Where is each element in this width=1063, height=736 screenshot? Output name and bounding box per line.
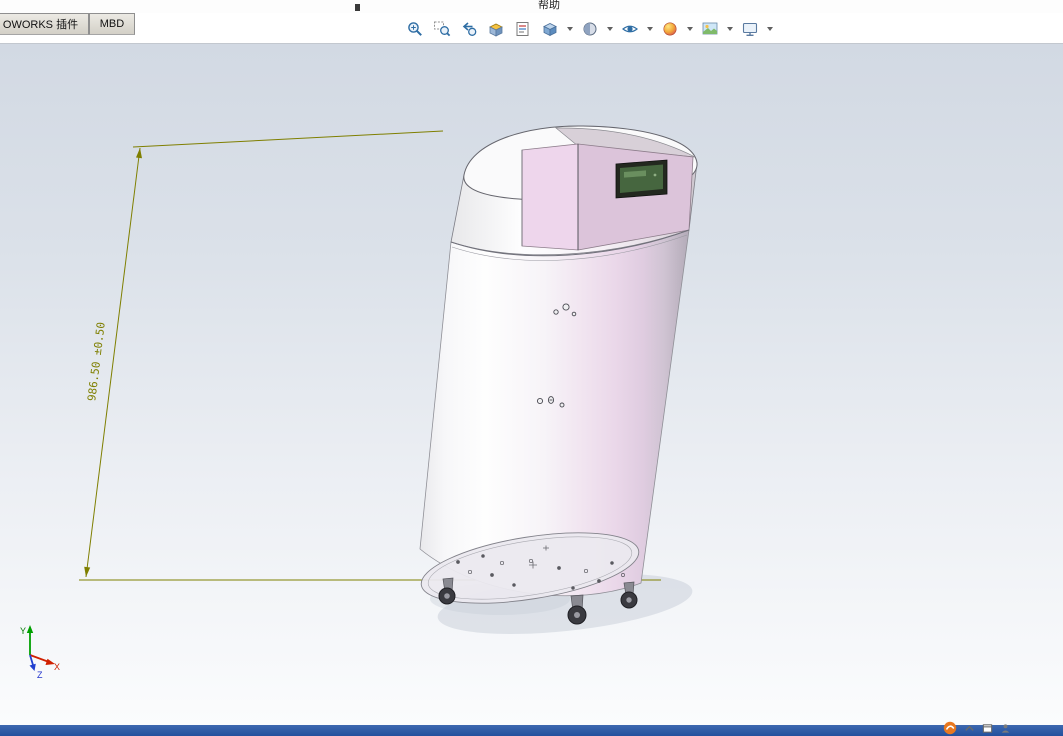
zoom-to-area-icon[interactable] <box>430 17 454 41</box>
edit-appearance-dropdown[interactable] <box>685 17 694 41</box>
tab-label: MBD <box>99 18 125 30</box>
heads-up-view-toolbar <box>403 15 778 42</box>
tab-mbd[interactable]: MBD <box>89 13 135 35</box>
reference-triad: Y X Z <box>20 625 60 680</box>
display-style-dropdown[interactable] <box>605 17 614 41</box>
edit-appearance-icon[interactable] <box>658 17 682 41</box>
solidworks-window: 帮助 OWORKS 插件 MBD 986.50 ±0.50 Y X Z <box>0 0 1063 736</box>
system-tray <box>943 721 1011 735</box>
view-settings-dropdown[interactable] <box>765 17 774 41</box>
z-axis-arrow <box>29 663 36 671</box>
dimension-arrow-top <box>136 148 142 159</box>
menu-item-help[interactable]: 帮助 <box>538 0 560 12</box>
chevron-up-icon[interactable] <box>964 723 975 734</box>
tab-solidworks-addins[interactable]: OWORKS 插件 <box>0 13 89 35</box>
zoom-to-fit-icon[interactable] <box>403 17 427 41</box>
model-canvas[interactable]: 986.50 ±0.50 Y X Z <box>0 44 1063 725</box>
inner-panel-left[interactable] <box>521 143 579 251</box>
window-icon[interactable] <box>982 723 993 734</box>
hide-show-items-icon[interactable] <box>618 17 642 41</box>
y-axis-label: Y <box>20 626 26 636</box>
view-orientation-dropdown[interactable] <box>565 17 574 41</box>
graphics-area[interactable]: 986.50 ±0.50 Y X Z <box>0 44 1063 725</box>
person-icon[interactable] <box>1000 723 1011 734</box>
display-style-icon[interactable] <box>578 17 602 41</box>
dynamic-annotation-views-icon[interactable] <box>511 17 535 41</box>
tab-label: OWORKS 插件 <box>2 19 79 31</box>
dimension-text[interactable]: 986.50 ±0.50 <box>85 321 108 401</box>
x-axis-label: X <box>54 662 60 672</box>
y-axis-arrow <box>26 625 34 633</box>
z-axis-label: Z <box>37 670 43 680</box>
view-orientation-icon[interactable] <box>538 17 562 41</box>
hide-show-items-dropdown[interactable] <box>645 17 654 41</box>
view-settings-icon[interactable] <box>738 17 762 41</box>
orange-logo-icon[interactable] <box>943 721 957 735</box>
previous-view-icon[interactable] <box>457 17 481 41</box>
apply-scene-icon[interactable] <box>698 17 722 41</box>
apply-scene-dropdown[interactable] <box>725 17 734 41</box>
dimension-arrow-bottom <box>84 566 91 577</box>
section-view-icon[interactable] <box>484 17 508 41</box>
windows-taskbar[interactable] <box>0 725 1063 736</box>
control-display[interactable] <box>615 159 668 199</box>
menu-artifact <box>355 4 360 11</box>
model-3d[interactable] <box>417 125 698 625</box>
menu-strip: 帮助 <box>0 0 1063 13</box>
